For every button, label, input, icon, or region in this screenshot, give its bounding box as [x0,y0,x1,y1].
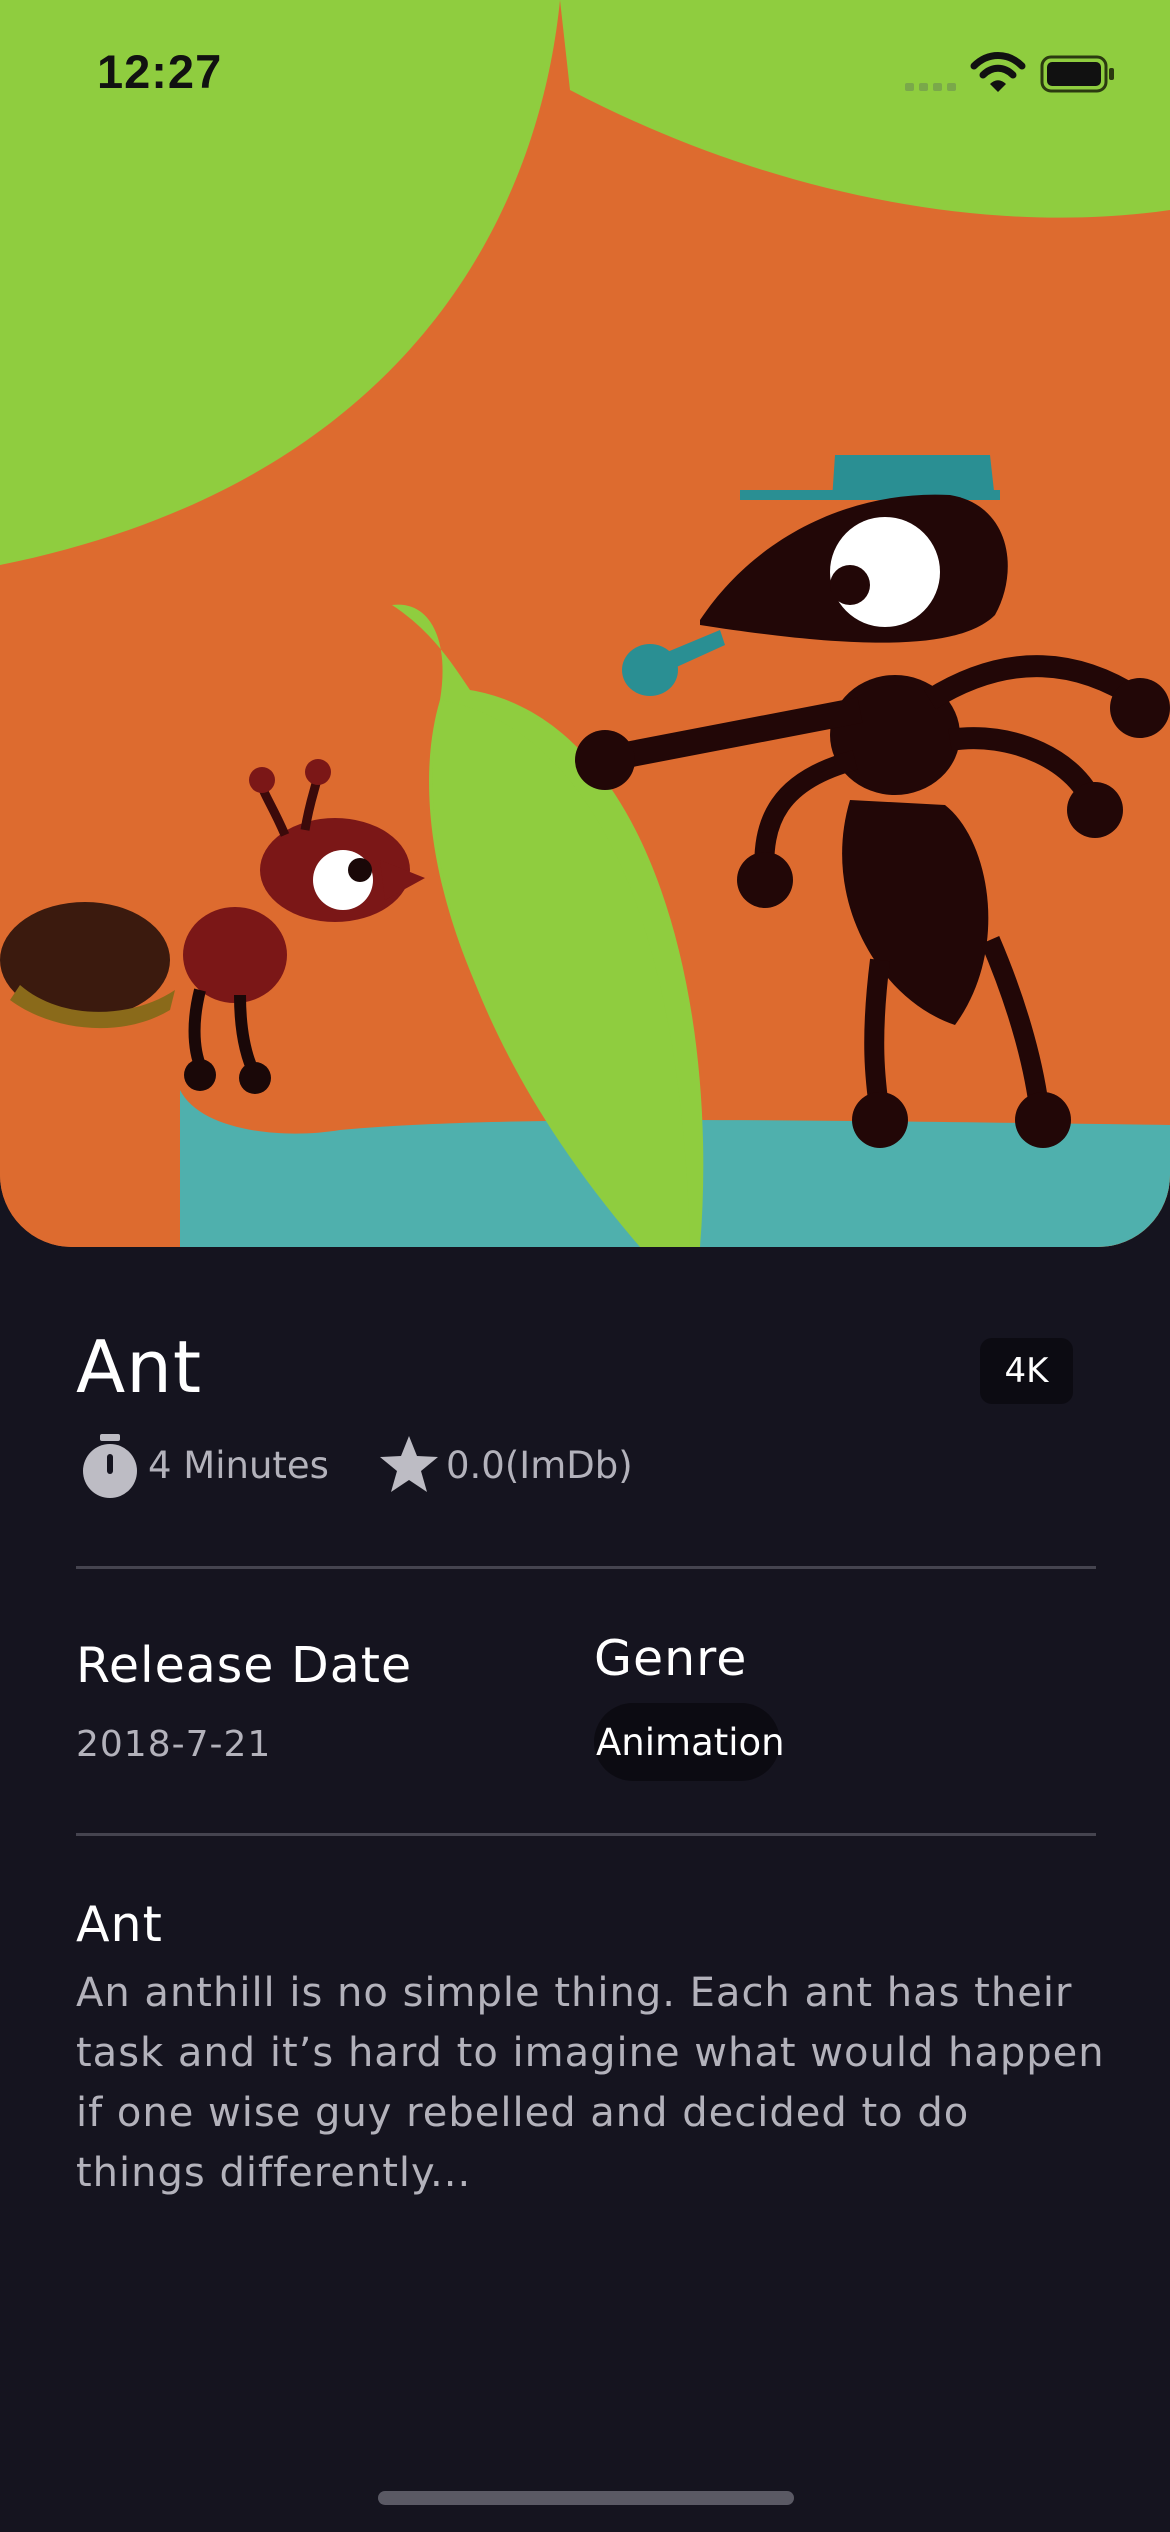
star-icon [380,1436,438,1492]
release-date-label: Release Date [76,1637,413,1694]
battery-icon [1040,55,1114,93]
status-bar: 12:27 [0,0,1170,150]
divider [76,1566,1096,1569]
status-time: 12:27 [97,45,223,98]
duration-text: 4 Minutes [148,1444,329,1487]
wifi-icon [970,52,1026,92]
description-text: An anthill is no simple thing. Each ant … [76,1970,1105,2196]
poster-illustration [0,0,1170,1247]
home-indicator[interactable] [378,2491,794,2505]
movie-poster [0,0,1170,1247]
stopwatch-icon [83,1434,137,1498]
release-date-value: 2018-7-21 [76,1724,272,1765]
divider [76,1833,1096,1836]
movie-title: Ant [76,1325,203,1409]
genre-label: Genre [594,1630,748,1687]
rating-text: 0.0(ImDb) [446,1444,633,1487]
movie-detail-screen: 12:27 Ant 4K 4 Minutes 0.0(ImDb) Release… [0,0,1170,2532]
quality-badge: 4K [980,1338,1073,1404]
cellular-signal-icon [905,83,956,91]
genre-chip[interactable]: Animation [594,1703,785,1781]
meta-row: 4 Minutes 0.0(ImDb) [80,1430,780,1500]
description-title: Ant [76,1896,163,1953]
